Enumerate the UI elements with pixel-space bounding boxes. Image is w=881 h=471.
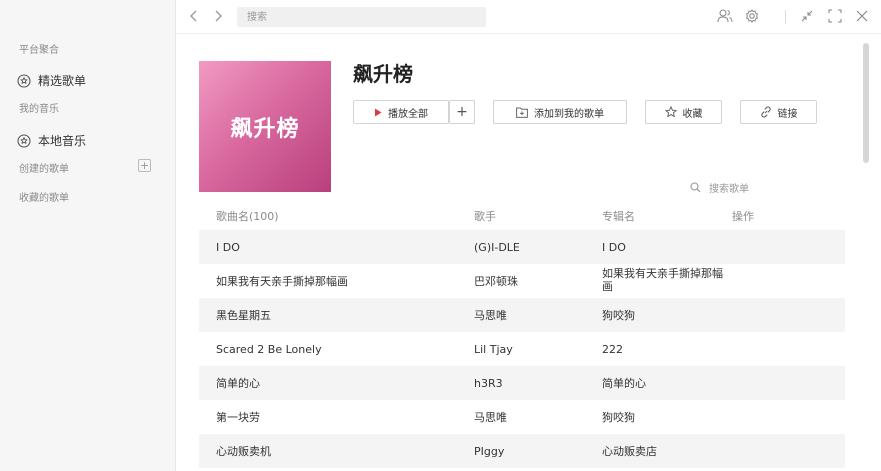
song-artist[interactable]: Lil Tjay	[474, 343, 513, 356]
sidebar-item-label: 本地音乐	[38, 134, 87, 148]
top-bar	[176, 0, 881, 34]
song-album[interactable]: 狗咬狗	[602, 309, 635, 322]
scrollbar[interactable]	[862, 35, 870, 471]
play-all-label: 播放全部	[388, 108, 428, 120]
song-artist[interactable]: 马思唯	[474, 411, 507, 424]
favorite-button[interactable]: 收藏	[645, 100, 722, 124]
column-header-song[interactable]: 歌曲名(100)	[216, 208, 279, 224]
user-icon[interactable]	[717, 8, 733, 24]
star-icon	[664, 106, 677, 118]
chevron-right-icon	[215, 10, 222, 22]
add-playlist-button[interactable]: +	[138, 159, 151, 172]
song-title: 第一块劳	[216, 411, 260, 424]
column-header-album[interactable]: 专辑名	[602, 208, 635, 224]
cover-title: 飙升榜	[230, 116, 300, 142]
back-button[interactable]	[186, 8, 202, 24]
column-header-actions: 操作	[732, 210, 754, 223]
song-artist[interactable]: PIggy	[474, 445, 504, 458]
song-album[interactable]: 222	[602, 343, 623, 356]
scrollbar-thumb[interactable]	[863, 43, 869, 163]
search-input[interactable]	[237, 7, 486, 27]
song-title: 黑色星期五	[216, 309, 271, 322]
sidebar-item-local-music[interactable]: 本地音乐	[17, 132, 86, 149]
link-button[interactable]: 链接	[740, 100, 817, 124]
add-to-my-playlist-button[interactable]: 添加到我的歌单	[493, 100, 627, 124]
link-label: 链接	[777, 108, 798, 120]
sidebar-section-platform: 平台聚合	[19, 45, 59, 56]
add-to-my-playlist-label: 添加到我的歌单	[534, 108, 604, 120]
song-artist[interactable]: h3R3	[474, 377, 503, 390]
toolbar-divider	[785, 10, 786, 24]
table-row[interactable]: 心动贩卖机 PIggy 心动贩卖店	[199, 434, 845, 468]
sidebar: 平台聚合 精选歌单 我的音乐 本地音乐 创建的歌单 + 收藏的歌单	[0, 0, 176, 471]
star-circle-icon	[17, 133, 31, 148]
forward-button[interactable]	[210, 8, 226, 24]
gear-icon[interactable]	[744, 8, 760, 24]
favorite-label: 收藏	[682, 108, 703, 120]
close-icon[interactable]	[854, 8, 870, 24]
column-header-artist[interactable]: 歌手	[474, 208, 496, 224]
page-title: 飙升榜	[353, 62, 413, 86]
song-album[interactable]: 如果我有天亲手撕掉那幅画	[602, 267, 732, 293]
fullscreen-icon[interactable]	[827, 8, 843, 24]
link-icon	[760, 106, 772, 118]
playlist-search[interactable]: 搜索歌单	[690, 180, 749, 195]
sidebar-item-label: 精选歌单	[38, 74, 87, 88]
table-header: 歌曲名(100) 歌手 专辑名 操作	[199, 197, 845, 230]
sidebar-section-collected-playlists: 收藏的歌单	[19, 193, 69, 204]
table-row[interactable]: I DO (G)I-DLE I DO	[199, 230, 845, 264]
sidebar-section-my-music: 我的音乐	[19, 104, 59, 115]
table-row[interactable]: 简单的心 h3R3 简单的心	[199, 366, 845, 400]
table-row[interactable]: 如果我有天亲手撕掉那幅画 巴邓顿珠 如果我有天亲手撕掉那幅画	[199, 264, 845, 298]
song-title: 简单的心	[216, 377, 260, 390]
app-window: 平台聚合 精选歌单 我的音乐 本地音乐 创建的歌单 + 收藏的歌单 搜索 飙升榜…	[0, 0, 881, 471]
song-artist[interactable]: 巴邓顿珠	[474, 275, 518, 288]
star-circle-icon	[17, 73, 31, 88]
song-title: 心动贩卖机	[216, 445, 271, 458]
search-icon	[690, 182, 701, 193]
table-row[interactable]: 黑色星期五 马思唯 狗咬狗	[199, 298, 845, 332]
playlist-cover: 飙升榜	[199, 61, 331, 192]
song-artist[interactable]: (G)I-DLE	[474, 241, 520, 254]
table-row[interactable]: 第一块劳 马思唯 狗咬狗	[199, 400, 845, 434]
play-icon	[374, 108, 382, 117]
song-album[interactable]: 简单的心	[602, 377, 646, 390]
song-title: I DO	[216, 241, 240, 254]
song-album[interactable]: 心动贩卖店	[602, 445, 657, 458]
chevron-left-icon	[190, 10, 197, 22]
song-album[interactable]: 狗咬狗	[602, 411, 635, 424]
song-artist[interactable]: 马思唯	[474, 309, 507, 322]
add-to-queue-button[interactable]: +	[449, 100, 475, 124]
sidebar-item-featured-playlist[interactable]: 精选歌单	[17, 72, 86, 89]
minimize-icon[interactable]	[799, 8, 815, 24]
play-all-button[interactable]: 播放全部	[353, 100, 449, 124]
song-album[interactable]: I DO	[602, 241, 626, 254]
song-title: 如果我有天亲手撕掉那幅画	[216, 275, 348, 288]
song-title: Scared 2 Be Lonely	[216, 343, 322, 356]
playlist-search-placeholder: 搜索歌单	[709, 184, 749, 195]
add-folder-icon	[516, 107, 528, 118]
song-table: 歌曲名(100) 歌手 专辑名 操作 I DO (G)I-DLE I DO 如果…	[199, 197, 845, 468]
table-row[interactable]: Scared 2 Be Lonely Lil Tjay 222	[199, 332, 845, 366]
sidebar-section-created-playlists: 创建的歌单	[19, 164, 69, 175]
